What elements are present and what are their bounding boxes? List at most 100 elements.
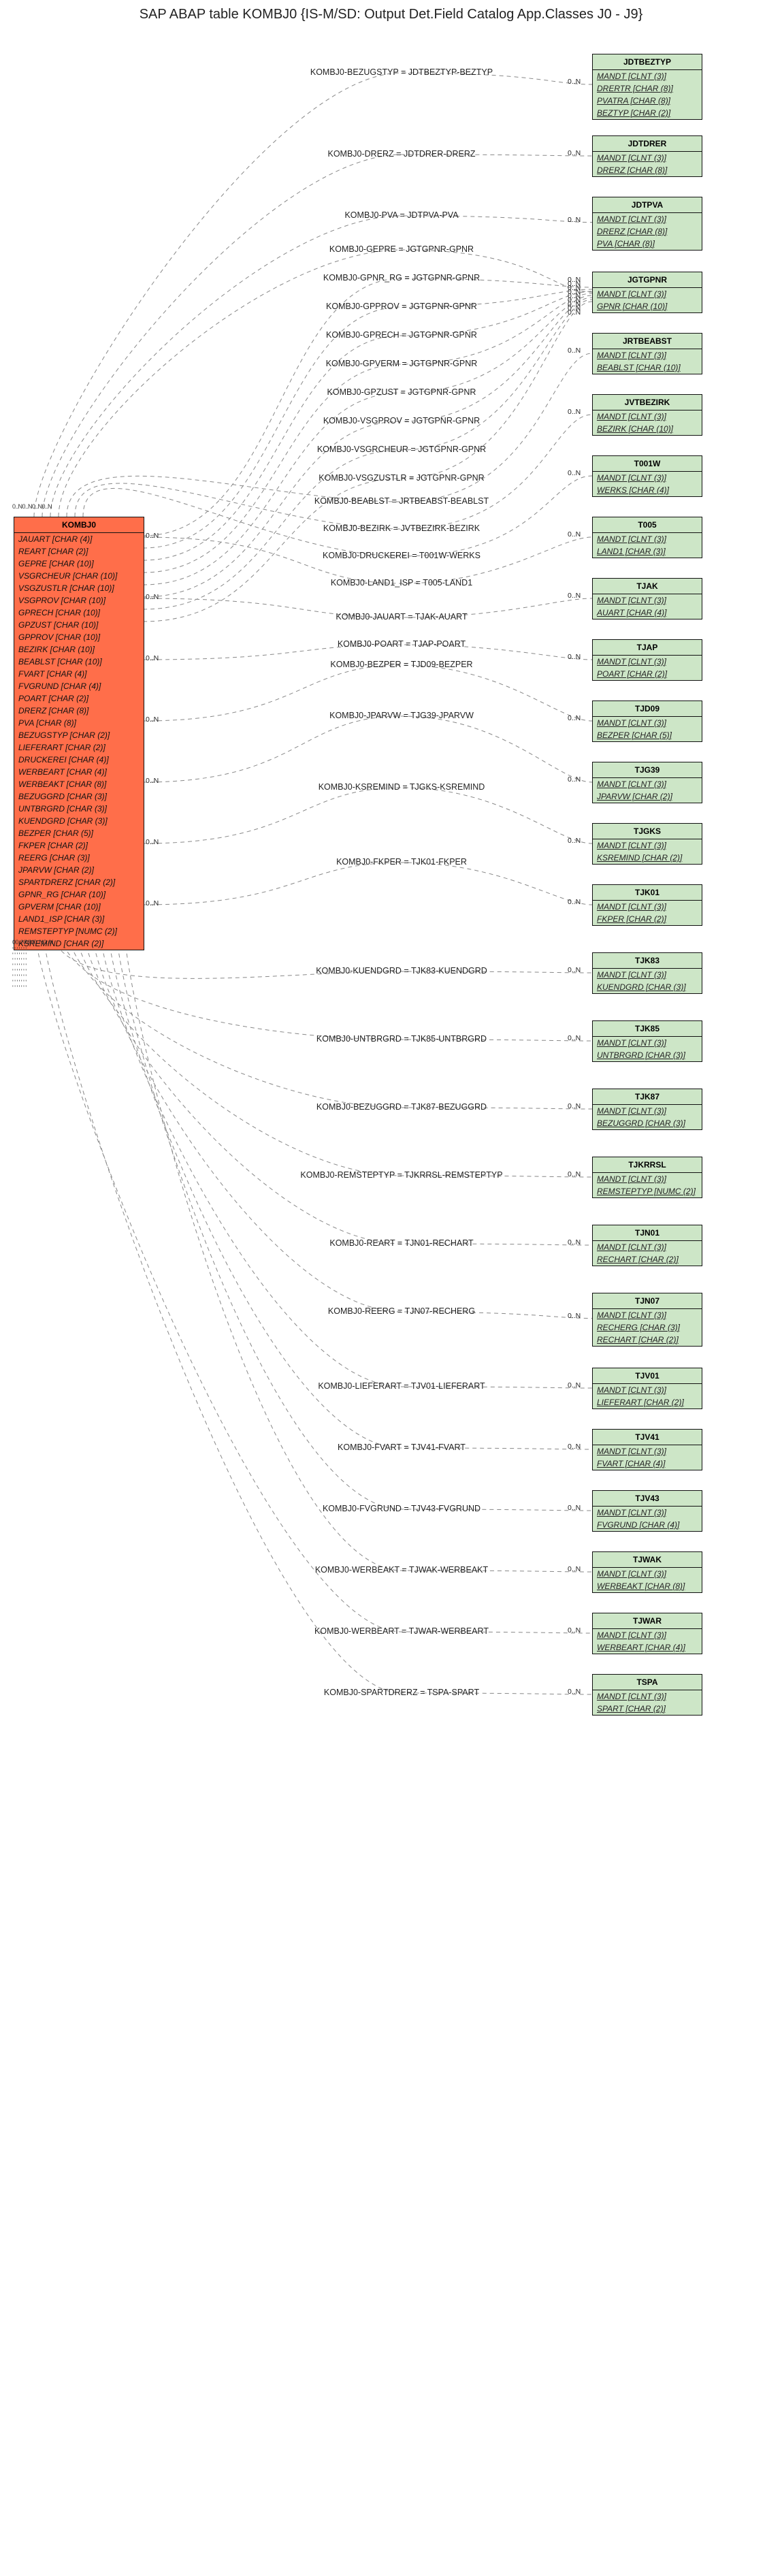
- entity-field: MANDT [CLNT (3)]: [593, 533, 702, 545]
- entity-title: TJAP: [593, 640, 702, 656]
- entity-title: TJWAK: [593, 1552, 702, 1568]
- cardinality-label: 0..N: [568, 775, 581, 784]
- relation-label: KOMBJ0-PVA = JDTPVA-PVA: [272, 210, 531, 220]
- entity-title: TJV01: [593, 1368, 702, 1384]
- relation-label: KOMBJ0-BEZIRK = JVTBEZIRK-BEZIRK: [272, 524, 531, 533]
- entity-title: JVTBEZIRK: [593, 395, 702, 410]
- entity-field: KUENDGRD [CHAR (3)]: [593, 981, 702, 993]
- entity-field: MANDT [CLNT (3)]: [593, 1241, 702, 1253]
- entity-field: MANDT [CLNT (3)]: [593, 70, 702, 82]
- cardinality-label: 0..N: [568, 653, 581, 661]
- entity-field: MANDT [CLNT (3)]: [593, 717, 702, 729]
- left-bot-ticks: ' ' ' ' ' ' ' ' ' ' ' ' ' ' ' ' ' ' ' ' …: [12, 947, 148, 991]
- relation-label: KOMBJ0-BEZUGGRD = TJK87-BEZUGGRD: [272, 1102, 531, 1112]
- relation-label: KOMBJ0-JPARVW = TJG39-JPARVW: [272, 711, 531, 720]
- relation-label: KOMBJ0-SPARTDRERZ = TSPA-SPART: [272, 1688, 531, 1697]
- entity-field: WERBEAKT [CHAR (8)]: [14, 778, 144, 790]
- cardinality-label: 0..N: [568, 1238, 581, 1246]
- entity-jgtgpnr: JGTGPNRMANDT [CLNT (3)]GPNR [CHAR (10)]: [592, 272, 702, 313]
- cardinality-label: 0..N: [568, 592, 581, 600]
- cardinality-label: 0..N: [568, 714, 581, 722]
- left-bot-cards: 00..NNN0..N0..N: [12, 939, 148, 946]
- relation-label: KOMBJ0-BEZUGSTYP = JDTBEZTYP-BEZTYP: [272, 67, 531, 77]
- relation-label: KOMBJ0-GEPRE = JGTGPNR-GPNR: [272, 244, 531, 254]
- cardinality-label: 0..N: [568, 1102, 581, 1110]
- relation-label: KOMBJ0-BEZPER = TJD09-BEZPER: [272, 660, 531, 669]
- entity-field: WERBEART [CHAR (4)]: [14, 766, 144, 778]
- entity-title: T001W: [593, 456, 702, 472]
- entity-tjg39: TJG39MANDT [CLNT (3)]JPARVW [CHAR (2)]: [592, 762, 702, 803]
- relation-label: KOMBJ0-GPPROV = JGTGPNR-GPNR: [272, 302, 531, 311]
- entity-title: TJKRRSL: [593, 1157, 702, 1173]
- relation-label: KOMBJ0-FVART = TJV41-FVART: [272, 1443, 531, 1452]
- entity-field: MANDT [CLNT (3)]: [593, 213, 702, 225]
- entity-field: UNTBRGRD [CHAR (3)]: [14, 803, 144, 815]
- entity-field: MANDT [CLNT (3)]: [593, 1105, 702, 1117]
- entity-field: MANDT [CLNT (3)]: [593, 152, 702, 164]
- entity-field: BEZUGSTYP [CHAR (2)]: [14, 729, 144, 741]
- entity-field: PVA [CHAR (8)]: [14, 717, 144, 729]
- entity-field: RECHART [CHAR (2)]: [593, 1334, 702, 1346]
- entity-field: MANDT [CLNT (3)]: [593, 901, 702, 913]
- entity-field: MANDT [CLNT (3)]: [593, 778, 702, 790]
- entity-title: TJWAR: [593, 1613, 702, 1629]
- cardinality-label: 0..N: [568, 1312, 581, 1320]
- entity-jdtpva: JDTPVAMANDT [CLNT (3)]DRERZ [CHAR (8)]PV…: [592, 197, 702, 251]
- relation-label: KOMBJ0-FKPER = TJK01-FKPER: [272, 857, 531, 867]
- entity-title: JGTGPNR: [593, 272, 702, 288]
- cardinality-label: 0..N: [568, 1504, 581, 1512]
- entity-field: MANDT [CLNT (3)]: [593, 349, 702, 361]
- relation-label: KOMBJ0-DRUCKEREI = T001W-WERKS: [272, 551, 531, 560]
- entity-field: MANDT [CLNT (3)]: [593, 1037, 702, 1049]
- entity-tjk87: TJK87MANDT [CLNT (3)]BEZUGGRD [CHAR (3)]: [592, 1089, 702, 1130]
- entity-field: DRUCKEREI [CHAR (4)]: [14, 754, 144, 766]
- entity-field: LAND1 [CHAR (3)]: [593, 545, 702, 558]
- entity-title: T005: [593, 517, 702, 533]
- entity-title: KOMBJ0: [14, 517, 144, 533]
- entity-field: MANDT [CLNT (3)]: [593, 472, 702, 484]
- cardinality-label: 0..N: [146, 593, 159, 601]
- entity-field: LAND1_ISP [CHAR (3)]: [14, 913, 144, 925]
- entity-field: BEZPER [CHAR (5)]: [593, 729, 702, 741]
- entity-field: MANDT [CLNT (3)]: [593, 288, 702, 300]
- entity-field: BEABLST [CHAR (10)]: [14, 656, 144, 668]
- relation-label: KOMBJ0-VSGPROV = JGTGPNR-GPNR: [272, 416, 531, 425]
- entity-tjv43: TJV43MANDT [CLNT (3)]FVGRUND [CHAR (4)]: [592, 1490, 702, 1532]
- relation-label: KOMBJ0-REART = TJN01-RECHART: [272, 1238, 531, 1248]
- relation-label: KOMBJ0-LIEFERART = TJV01-LIEFERART: [272, 1381, 531, 1391]
- relation-label: KOMBJ0-REMSTEPTYP = TJKRRSL-REMSTEPTYP: [272, 1170, 531, 1180]
- entity-field: GPZUST [CHAR (10)]: [14, 619, 144, 631]
- entity-tjap: TJAPMANDT [CLNT (3)]POART [CHAR (2)]: [592, 639, 702, 681]
- entity-tjwar: TJWARMANDT [CLNT (3)]WERBEART [CHAR (4)]: [592, 1613, 702, 1654]
- cardinality-label: 0..N: [568, 966, 581, 974]
- entity-field: AUART [CHAR (4)]: [593, 607, 702, 619]
- cardinality-label: 0..N: [146, 899, 159, 907]
- entity-title: TJK87: [593, 1089, 702, 1105]
- entity-field: DRERTR [CHAR (8)]: [593, 82, 702, 95]
- page-title: SAP ABAP table KOMBJ0 {IS-M/SD: Output D…: [0, 0, 782, 27]
- cardinality-label: 0..N: [568, 898, 581, 906]
- cardinality-label: 0..N: [568, 149, 581, 157]
- entity-field: DRERZ [CHAR (8)]: [14, 705, 144, 717]
- entity-title: TJN07: [593, 1293, 702, 1309]
- entity-field: WERBEART [CHAR (4)]: [593, 1641, 702, 1654]
- entity-field: KUENDGRD [CHAR (3)]: [14, 815, 144, 827]
- entity-field: RECHERG [CHAR (3)]: [593, 1321, 702, 1334]
- entity-field: MANDT [CLNT (3)]: [593, 594, 702, 607]
- entity-field: JPARVW [CHAR (2)]: [14, 864, 144, 876]
- entity-field: MANDT [CLNT (3)]: [593, 1384, 702, 1396]
- entity-field: JAUART [CHAR (4)]: [14, 533, 144, 545]
- cardinality-label: 0..N: [568, 1565, 581, 1573]
- entity-field: DRERZ [CHAR (8)]: [593, 164, 702, 176]
- entity-tjwak: TJWAKMANDT [CLNT (3)]WERBEAKT [CHAR (8)]: [592, 1551, 702, 1593]
- cardinality-label: 0..N: [568, 1443, 581, 1451]
- entity-kombj0: KOMBJ0 JAUART [CHAR (4)]REART [CHAR (2)]…: [14, 517, 144, 950]
- entity-field: LIEFERART [CHAR (2)]: [14, 741, 144, 754]
- entity-field: FVART [CHAR (4)]: [593, 1458, 702, 1470]
- entity-tspa: TSPAMANDT [CLNT (3)]SPART [CHAR (2)]: [592, 1674, 702, 1716]
- entity-field: BEZIRK [CHAR (10)]: [593, 423, 702, 435]
- entity-jvtbezirk: JVTBEZIRKMANDT [CLNT (3)]BEZIRK [CHAR (1…: [592, 394, 702, 436]
- entity-field: MANDT [CLNT (3)]: [593, 1568, 702, 1580]
- entity-tjv01: TJV01MANDT [CLNT (3)]LIEFERART [CHAR (2)…: [592, 1368, 702, 1409]
- cardinality-label: 0..N: [146, 654, 159, 662]
